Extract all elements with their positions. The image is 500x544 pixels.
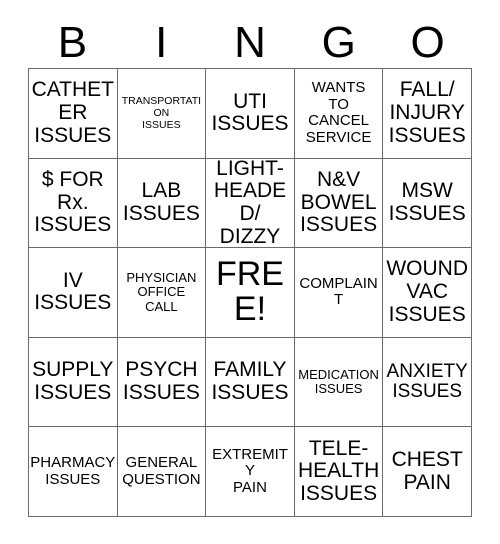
bingo-cell[interactable]: PHYSICIAN OFFICE CALL: [117, 248, 207, 338]
bingo-cell-label: IV ISSUES: [34, 268, 112, 315]
bingo-cell[interactable]: ANXIETY ISSUES: [383, 337, 472, 428]
bingo-cell[interactable]: SUPPLY ISSUES: [29, 337, 118, 428]
bingo-cell-label: PSYCH ISSUES: [122, 358, 200, 405]
bingo-cell[interactable]: $ FOR Rx. ISSUES: [29, 158, 118, 249]
bingo-cell-label: UTI ISSUES: [211, 89, 289, 136]
bingo-cell-label: SUPPLY ISSUES: [32, 358, 114, 405]
bingo-cell-label: CATHETER ISSUES: [31, 78, 115, 147]
bingo-cell[interactable]: FALL/ INJURY ISSUES: [383, 69, 472, 159]
bingo-cell[interactable]: N&V BOWEL ISSUES: [294, 158, 384, 249]
bingo-cell[interactable]: TELE- HEALTH ISSUES: [294, 427, 384, 517]
header-letter-n: N: [234, 18, 266, 67]
bingo-cell-label: LIGHT- HEADED/ DIZZY: [213, 158, 287, 248]
bingo-cell[interactable]: WOUND VAC ISSUES: [383, 248, 472, 338]
bingo-cell-label: GENERAL QUESTION: [122, 454, 201, 488]
bingo-cell-label: TRANSPORTATION ISSUES: [121, 95, 202, 132]
bingo-cell-label: EXTREMITY PAIN: [212, 445, 288, 496]
bingo-cell-label: WANTS TO CANCEL SERVICE: [305, 79, 372, 146]
header-letter-o: O: [410, 18, 445, 67]
bingo-cell-label: $ FOR Rx. ISSUES: [34, 167, 112, 237]
bingo-cell-label: MEDICATION ISSUES: [298, 366, 379, 397]
bingo-cell-free[interactable]: FREE!: [206, 248, 295, 338]
bingo-cell[interactable]: MSW ISSUES: [383, 158, 472, 249]
bingo-cell[interactable]: CHEST PAIN: [383, 427, 472, 517]
header-letter-g: G: [321, 18, 356, 67]
bingo-cell-label: WOUND VAC ISSUES: [386, 257, 469, 326]
bingo-cell-label: FALL/ INJURY ISSUES: [388, 78, 466, 147]
bingo-cell-label: COMPLAINT: [299, 274, 378, 309]
header-letter-b: B: [57, 18, 88, 67]
bingo-cell[interactable]: LIGHT- HEADED/ DIZZY: [206, 158, 295, 249]
bingo-header-row: B I N G O: [28, 18, 472, 68]
bingo-cell[interactable]: PHARMACY ISSUES: [29, 427, 118, 517]
bingo-cell[interactable]: FAMILY ISSUES: [206, 337, 295, 428]
bingo-cell[interactable]: UTI ISSUES: [206, 69, 295, 159]
bingo-cell[interactable]: PSYCH ISSUES: [117, 337, 207, 428]
header-letter-i: I: [155, 18, 168, 67]
bingo-cell[interactable]: CATHETER ISSUES: [29, 69, 118, 159]
bingo-cell-label: N&V BOWEL ISSUES: [300, 167, 378, 237]
bingo-free-label: FREE!: [215, 254, 284, 329]
bingo-cell-label: PHARMACY ISSUES: [30, 454, 116, 488]
bingo-card: B I N G O CATHETER ISSUES TRANSPORTATION…: [0, 0, 500, 544]
bingo-cell[interactable]: MEDICATION ISSUES: [294, 337, 384, 428]
bingo-cell[interactable]: COMPLAINT: [294, 248, 384, 338]
bingo-cell-label: MSW ISSUES: [388, 179, 466, 225]
bingo-cell-label: PHYSICIAN OFFICE CALL: [126, 269, 197, 314]
bingo-cell[interactable]: IV ISSUES: [29, 248, 118, 338]
bingo-cell[interactable]: WANTS TO CANCEL SERVICE: [294, 69, 384, 159]
bingo-grid: CATHETER ISSUES TRANSPORTATION ISSUES UT…: [28, 68, 472, 517]
bingo-cell-label: FAMILY ISSUES: [211, 358, 289, 405]
bingo-cell[interactable]: GENERAL QUESTION: [117, 427, 207, 517]
bingo-cell[interactable]: EXTREMITY PAIN: [206, 427, 295, 517]
bingo-cell[interactable]: TRANSPORTATION ISSUES: [117, 69, 207, 159]
bingo-cell[interactable]: LAB ISSUES: [117, 158, 207, 249]
bingo-cell-label: ANXIETY ISSUES: [386, 360, 468, 403]
bingo-cell-label: TELE- HEALTH ISSUES: [297, 436, 380, 506]
bingo-cell-label: LAB ISSUES: [122, 179, 200, 225]
bingo-cell-label: CHEST PAIN: [391, 448, 463, 494]
